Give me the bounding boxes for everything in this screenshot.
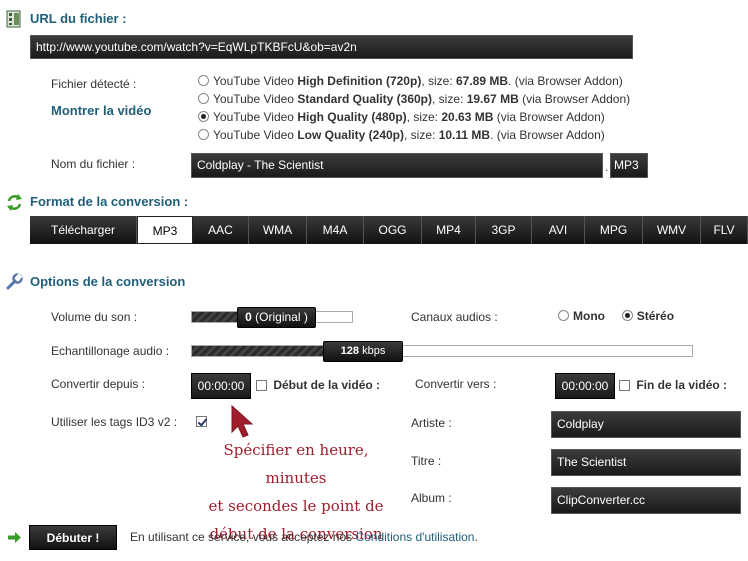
start-video-group: Début de la vidéo : (256, 378, 380, 392)
option-prefix: YouTube Video (213, 74, 298, 88)
terms-end: . (474, 530, 478, 544)
terms-text: En utilisant ce service, vous acceptez n… (130, 530, 356, 544)
tab-mp3[interactable]: MP3 (137, 216, 193, 244)
volume-slider-fill (192, 312, 242, 322)
option-prefix: YouTube Video (213, 110, 298, 124)
radio-stereo[interactable] (621, 310, 633, 321)
option-size-label: , size: (432, 92, 467, 106)
option-quality: High Definition (720p) (297, 74, 422, 88)
radio-option-720p[interactable] (198, 75, 209, 86)
tab-aac[interactable]: AAC (193, 216, 249, 244)
wrench-icon (6, 273, 23, 293)
tab-wma[interactable]: WMA (249, 216, 307, 244)
filename-input[interactable]: Coldplay - The Scientist (191, 153, 603, 178)
start-video-checkbox[interactable] (256, 380, 267, 391)
id3-checkbox[interactable] (196, 416, 207, 427)
refresh-icon (6, 194, 23, 214)
tab-3gp[interactable]: 3GP (476, 216, 532, 244)
sample-rate-slider[interactable] (191, 345, 693, 357)
end-video-group: Fin de la vidéo : (619, 378, 727, 392)
mono-label: Mono (573, 309, 605, 323)
option-size: 20.63 MB (441, 110, 494, 124)
convert-to-input[interactable]: 00:00:00 (555, 373, 615, 399)
option-size: 67.89 MB (456, 74, 509, 88)
tooltip-line-1: Spécifier en heure, minutes (223, 441, 369, 487)
sample-rate-value: 128 (340, 345, 360, 357)
album-input[interactable]: ClipConverter.cc (551, 487, 741, 514)
tab-wmv[interactable]: WMV (643, 216, 701, 244)
convert-from-label: Convertir depuis : (51, 377, 146, 391)
extension-field: MP3 (610, 153, 648, 178)
volume-value: 0 (245, 310, 252, 324)
detected-file-label: Fichier détecté : (51, 77, 137, 91)
sample-rate-label: Echantillonage audio : (51, 344, 170, 358)
sample-rate-slider-handle[interactable]: 128 kbps (323, 341, 403, 362)
radio-option-240p[interactable] (198, 129, 209, 140)
volume-note: (Original ) (251, 310, 308, 324)
end-video-checkbox[interactable] (619, 380, 630, 391)
option-suffix: (via Browser Addon) (518, 92, 631, 106)
tooltip-line-2: et secondes le point de (208, 497, 384, 515)
green-arrow-icon (8, 532, 21, 546)
filename-dot: . (605, 160, 609, 174)
detected-option[interactable]: YouTube Video High Definition (720p), si… (198, 74, 630, 92)
stereo-label: Stéréo (636, 309, 675, 323)
option-prefix: YouTube Video (213, 128, 298, 142)
url-input[interactable]: http://www.youtube.com/watch?v=EqWLpTKBF… (30, 35, 633, 59)
option-quality: Low Quality (240p) (297, 128, 404, 142)
artist-label: Artiste : (411, 416, 452, 430)
sample-rate-unit: kbps (359, 345, 386, 357)
film-icon (6, 10, 22, 31)
detected-option[interactable]: YouTube Video Standard Quality (360p), s… (198, 92, 630, 110)
album-label: Album : (411, 491, 452, 505)
url-section-title: URL du fichier : (30, 11, 127, 26)
options-section-title: Options de la conversion (30, 274, 186, 289)
title-input[interactable]: The Scientist (551, 449, 741, 476)
radio-option-480p[interactable] (198, 111, 209, 122)
option-size-label: , size: (404, 128, 439, 142)
option-suffix: . (via Browser Addon) (508, 74, 623, 88)
tab-flv[interactable]: FLV (701, 216, 748, 244)
tab-mpg[interactable]: MPG (585, 216, 643, 244)
format-tabs: Télécharger MP3 AAC WMA M4A OGG MP4 3GP … (30, 216, 748, 244)
radio-option-360p[interactable] (198, 93, 209, 104)
detected-option[interactable]: YouTube Video Low Quality (240p), size: … (198, 128, 630, 146)
option-prefix: YouTube Video (213, 92, 298, 106)
artist-input[interactable]: Coldplay (551, 411, 741, 438)
radio-mono[interactable] (558, 310, 569, 321)
start-video-label: Début de la vidéo : (273, 378, 381, 392)
option-size: 10.11 MB (438, 128, 491, 142)
volume-label: Volume du son : (51, 310, 138, 324)
tab-m4a[interactable]: M4A (307, 216, 364, 244)
end-video-label: Fin de la vidéo : (636, 378, 728, 392)
volume-slider-handle[interactable]: 0 (Original ) (237, 307, 316, 328)
option-suffix: . (via Browser Addon) (490, 128, 605, 142)
format-section-title: Format de la conversion : (30, 194, 189, 209)
terms-line: En utilisant ce service, vous acceptez n… (130, 530, 478, 544)
start-button[interactable]: Débuter ! (29, 525, 117, 550)
terms-link[interactable]: Conditions d'utilisation (355, 530, 474, 544)
option-size-label: , size: (406, 110, 442, 124)
show-video-link[interactable]: Montrer la vidéo (51, 103, 151, 118)
tab-mp4[interactable]: MP4 (422, 216, 476, 244)
tab-telecharger[interactable]: Télécharger (30, 216, 137, 244)
tab-avi[interactable]: AVI (532, 216, 585, 244)
channels-group: Mono Stéréo (558, 309, 674, 323)
title-label: Titre : (411, 454, 442, 468)
channels-label: Canaux audios : (411, 310, 498, 324)
id3-checkbox-wrap (196, 414, 207, 428)
detected-options-list: YouTube Video High Definition (720p), si… (198, 74, 630, 146)
filename-label: Nom du fichier : (51, 157, 136, 171)
sample-rate-slider-fill (192, 346, 328, 356)
convert-to-label: Convertir vers : (415, 377, 497, 391)
option-size-label: , size: (421, 74, 456, 88)
option-suffix: (via Browser Addon) (493, 110, 605, 124)
detected-option[interactable]: YouTube Video High Quality (480p), size:… (198, 110, 630, 128)
option-quality: Standard Quality (360p) (297, 92, 433, 106)
tab-ogg[interactable]: OGG (364, 216, 422, 244)
convert-from-input[interactable]: 00:00:00 (191, 373, 251, 399)
option-quality: High Quality (480p) (297, 110, 407, 124)
option-size: 19.67 MB (466, 92, 519, 106)
id3-label: Utiliser les tags ID3 v2 : (51, 415, 178, 429)
